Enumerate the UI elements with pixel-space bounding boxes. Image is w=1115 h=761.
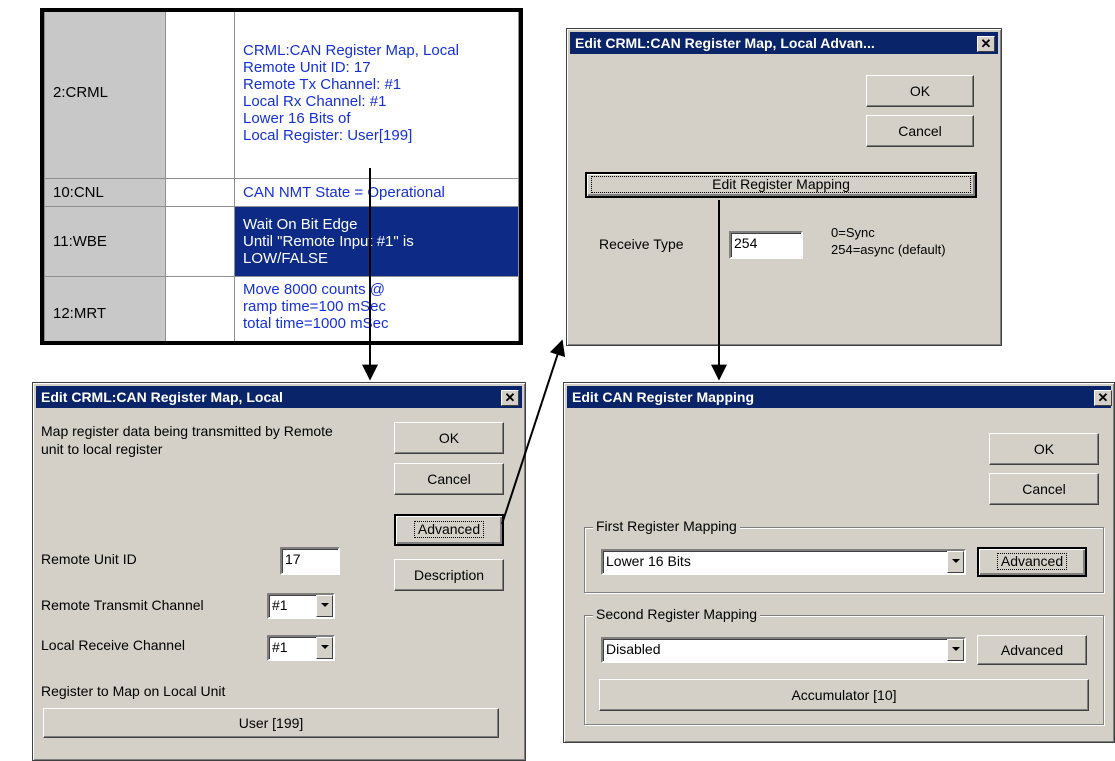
register-select-button[interactable]: User [199] (43, 708, 499, 738)
local-receive-channel-label: Local Receive Channel (41, 637, 185, 653)
ok-button[interactable]: OK (989, 433, 1099, 465)
chevron-down-icon[interactable] (947, 639, 964, 661)
register-to-map-label: Register to Map on Local Unit (41, 683, 226, 699)
step-number: 12:MRT (44, 276, 166, 341)
advanced-button[interactable]: Advanced (394, 514, 504, 546)
step-description: Move 8000 counts @ ramp time=100 mSec to… (234, 276, 519, 341)
sync-hint: 0=Sync (831, 225, 875, 240)
step-description: CAN NMT State = Operational (234, 178, 519, 207)
first-advanced-button[interactable]: Advanced (977, 547, 1087, 577)
program-listing: 2:CRML CRML:CAN Register Map, Local Remo… (40, 8, 523, 345)
close-icon[interactable]: ✕ (977, 36, 995, 52)
table-row[interactable]: 2:CRML CRML:CAN Register Map, Local Remo… (44, 12, 519, 179)
description-button[interactable]: Description (394, 559, 504, 591)
dialog-title: Edit CAN Register Mapping (567, 386, 1111, 408)
local-receive-channel-select[interactable]: #1 (267, 635, 335, 661)
dialog-description: Map register data being transmitted by R… (41, 423, 333, 439)
receive-type-label: Receive Type (599, 236, 684, 252)
table-row-selected[interactable]: 11:WBE Wait On Bit Edge Until "Remote In… (44, 206, 519, 277)
program-table: 2:CRML CRML:CAN Register Map, Local Remo… (44, 12, 519, 341)
dialog-title: Edit CRML:CAN Register Map, Local Advan.… (570, 32, 998, 54)
cancel-button[interactable]: Cancel (394, 463, 504, 495)
chevron-down-icon[interactable] (316, 637, 333, 659)
accumulator-button[interactable]: Accumulator [10] (599, 679, 1089, 711)
ok-button[interactable]: OK (866, 75, 974, 107)
cancel-button[interactable]: Cancel (866, 115, 974, 147)
cancel-button[interactable]: Cancel (989, 473, 1099, 505)
table-row[interactable]: 12:MRT Move 8000 counts @ ramp time=100 … (44, 276, 519, 341)
step-number: 2:CRML (44, 12, 166, 179)
close-icon[interactable]: ✕ (1094, 390, 1112, 406)
receive-type-input[interactable]: 254 (729, 231, 803, 259)
step-number: 11:WBE (44, 206, 166, 277)
edit-register-mapping-button[interactable]: Edit Register Mapping (585, 172, 977, 198)
remote-transmit-channel-select[interactable]: #1 (267, 593, 335, 619)
step-description: CRML:CAN Register Map, Local Remote Unit… (234, 12, 519, 179)
second-register-mapping-select[interactable]: Disabled (601, 637, 966, 663)
can-register-mapping-dialog: Edit CAN Register Mapping ✕ OK Cancel Fi… (563, 382, 1115, 743)
chevron-down-icon[interactable] (316, 595, 333, 617)
chevron-down-icon[interactable] (947, 551, 964, 573)
remote-unit-id-label: Remote Unit ID (41, 551, 137, 567)
local-advanced-dialog: Edit CRML:CAN Register Map, Local Advan.… (566, 28, 1002, 346)
dialog-title: Edit CRML:CAN Register Map, Local (36, 386, 522, 408)
dialog-description: unit to local register (41, 441, 163, 457)
first-register-mapping-select[interactable]: Lower 16 Bits (601, 549, 966, 575)
step-description: Wait On Bit Edge Until "Remote Input #1"… (234, 206, 519, 277)
local-dialog: Edit CRML:CAN Register Map, Local ✕ Map … (32, 382, 526, 761)
close-icon[interactable]: ✕ (501, 390, 519, 406)
remote-transmit-channel-label: Remote Transmit Channel (41, 597, 204, 613)
step-number: 10:CNL (44, 178, 166, 207)
remote-unit-id-input[interactable]: 17 (280, 547, 340, 575)
ok-button[interactable]: OK (394, 422, 504, 454)
table-row[interactable]: 10:CNL CAN NMT State = Operational (44, 178, 519, 207)
async-hint: 254=async (default) (831, 242, 946, 257)
second-advanced-button[interactable]: Advanced (977, 635, 1087, 665)
